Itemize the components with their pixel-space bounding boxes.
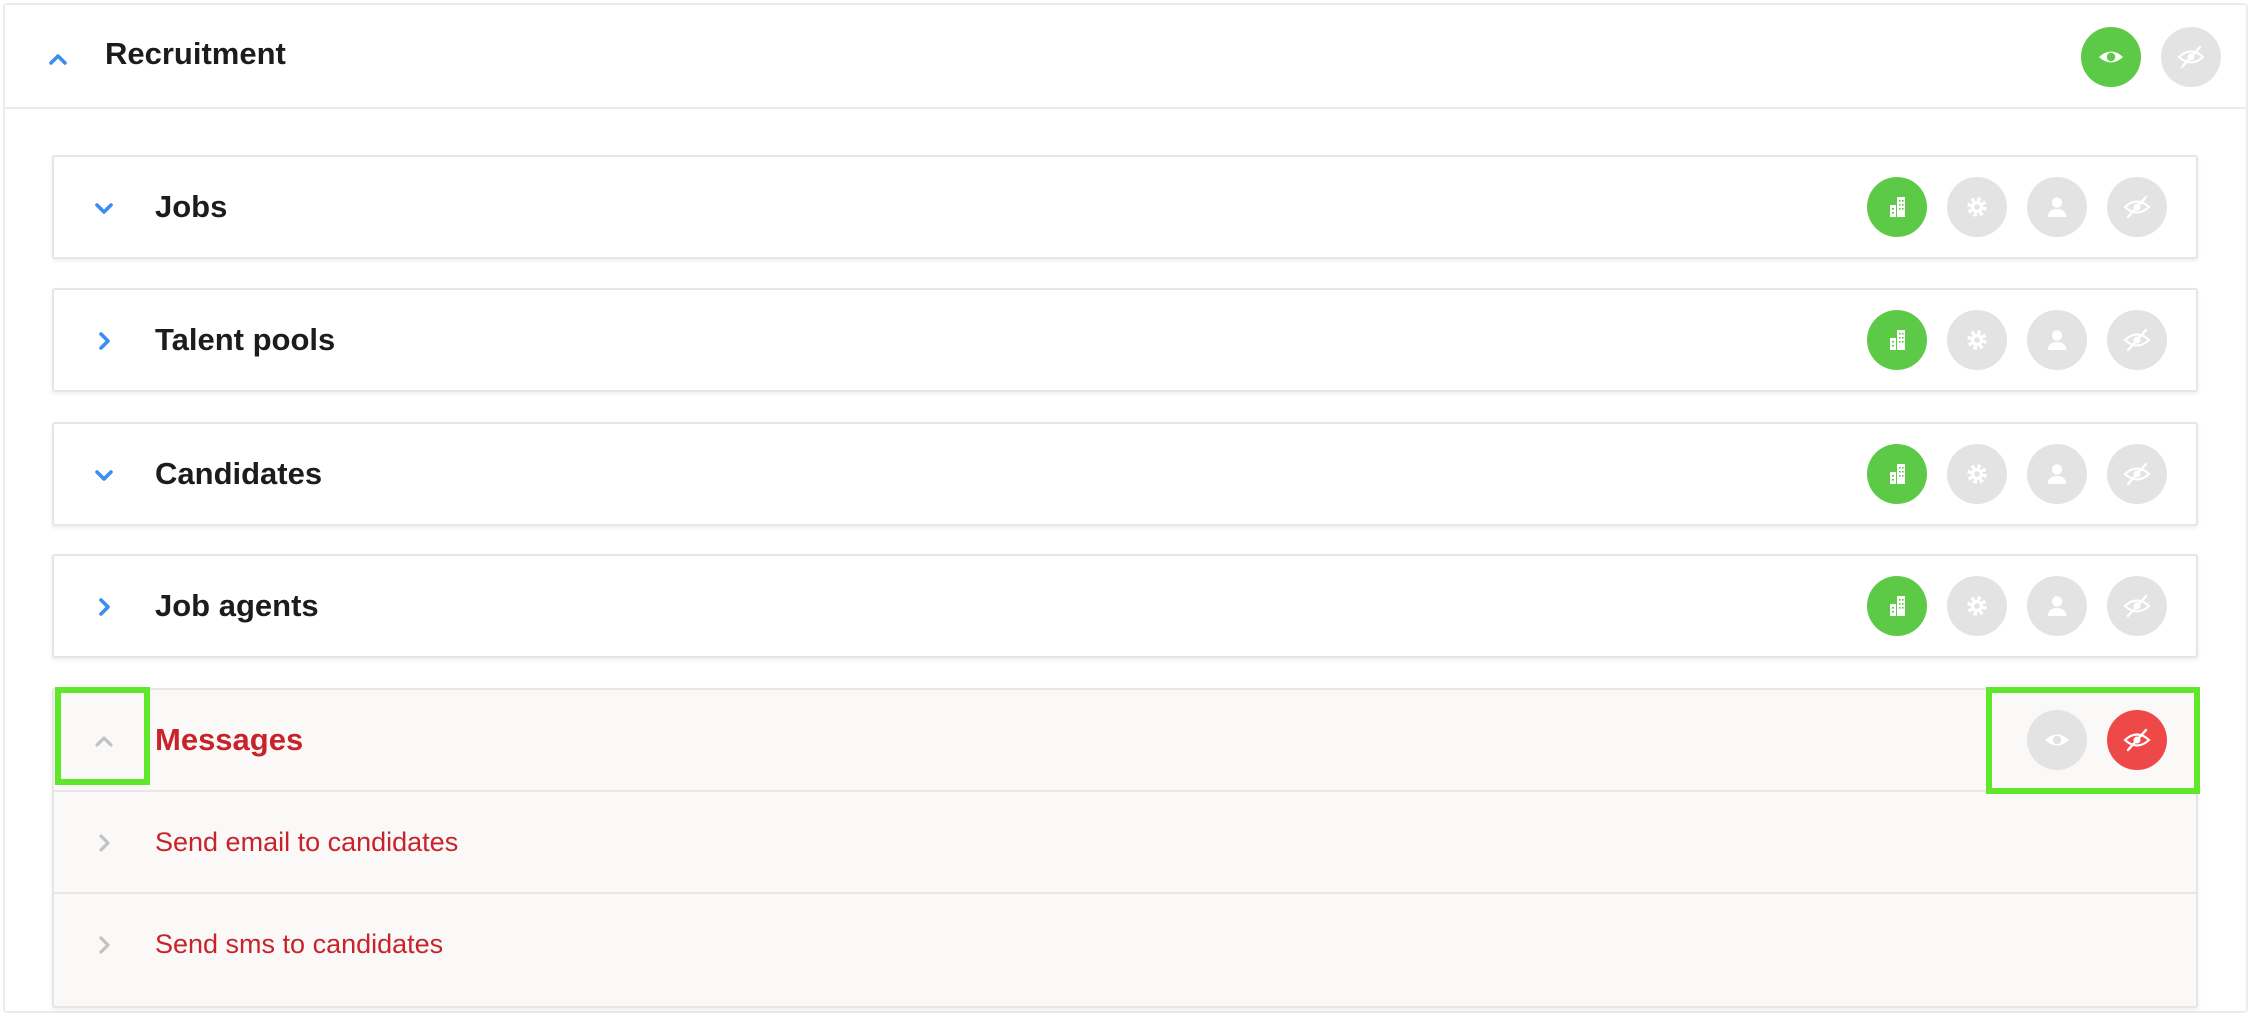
module-card-messages[interactable]: Messages Send email to candidates Send s…: [52, 688, 2198, 1008]
list-item[interactable]: Send sms to candidates: [54, 892, 2196, 995]
gear-icon: [1967, 197, 1987, 217]
user-access-button[interactable]: [2027, 177, 2087, 237]
hide-module-button[interactable]: [2107, 444, 2167, 504]
module-card-talent-pools[interactable]: Talent pools: [52, 288, 2198, 392]
module-title: Messages: [155, 722, 304, 757]
show-module-button[interactable]: [2027, 710, 2087, 770]
chevron-right-icon[interactable]: [90, 593, 118, 621]
chevron-down-icon[interactable]: [90, 461, 118, 489]
module-card-job-agents[interactable]: Job agents: [52, 554, 2198, 658]
user-access-button[interactable]: [2027, 310, 2087, 370]
module-title: Job agents: [155, 588, 319, 623]
eye-slash-icon: [2123, 728, 2151, 752]
module-title: Talent pools: [155, 322, 336, 357]
module-title: Jobs: [155, 189, 228, 224]
gear-icon: [1967, 596, 1987, 616]
building-icon: [1890, 464, 1905, 484]
chevron-up-icon[interactable]: [90, 727, 118, 755]
show-section-button[interactable]: [2081, 27, 2141, 87]
hide-module-button[interactable]: [2107, 710, 2167, 770]
gear-icon: [1967, 330, 1987, 350]
company-access-button[interactable]: [1867, 177, 1927, 237]
hide-module-button[interactable]: [2107, 310, 2167, 370]
hide-section-button[interactable]: [2161, 27, 2221, 87]
user-access-button[interactable]: [2027, 576, 2087, 636]
building-icon: [1890, 330, 1905, 350]
company-access-button[interactable]: [1867, 576, 1927, 636]
section-title: Recruitment: [105, 36, 286, 71]
user-icon: [2047, 464, 2067, 484]
chevron-right-icon[interactable]: [90, 931, 118, 959]
building-icon: [1890, 197, 1905, 217]
user-icon: [2047, 197, 2067, 217]
eye-slash-icon: [2123, 462, 2151, 486]
list-item-label: Send sms to candidates: [155, 929, 444, 959]
chevron-down-icon[interactable]: [90, 194, 118, 222]
eye-icon: [2099, 51, 2123, 63]
settings-access-button[interactable]: [1947, 576, 2007, 636]
company-access-button[interactable]: [1867, 310, 1927, 370]
eye-slash-icon: [2177, 45, 2205, 69]
user-access-button[interactable]: [2027, 444, 2087, 504]
module-card-jobs[interactable]: Jobs: [52, 155, 2198, 259]
eye-slash-icon: [2123, 328, 2151, 352]
settings-access-button[interactable]: [1947, 177, 2007, 237]
building-icon: [1890, 596, 1905, 616]
module-title: Candidates: [155, 456, 323, 491]
gear-icon: [1967, 464, 1987, 484]
hide-module-button[interactable]: [2107, 576, 2167, 636]
eye-slash-icon: [2123, 195, 2151, 219]
recruitment-header[interactable]: Recruitment: [5, 5, 2246, 109]
settings-access-button[interactable]: [1947, 310, 2007, 370]
company-access-button[interactable]: [1867, 444, 1927, 504]
list-item[interactable]: Send email to candidates: [54, 790, 2196, 893]
list-item-label: Send email to candidates: [155, 827, 459, 857]
user-icon: [2047, 330, 2067, 350]
eye-icon: [2045, 734, 2069, 746]
hide-module-button[interactable]: [2107, 177, 2167, 237]
chevron-right-icon[interactable]: [90, 829, 118, 857]
settings-access-button[interactable]: [1947, 444, 2007, 504]
chevron-up-icon[interactable]: [44, 45, 72, 73]
eye-slash-icon: [2123, 594, 2151, 618]
module-card-candidates[interactable]: Candidates: [52, 422, 2198, 526]
chevron-right-icon[interactable]: [90, 327, 118, 355]
user-icon: [2047, 596, 2067, 616]
